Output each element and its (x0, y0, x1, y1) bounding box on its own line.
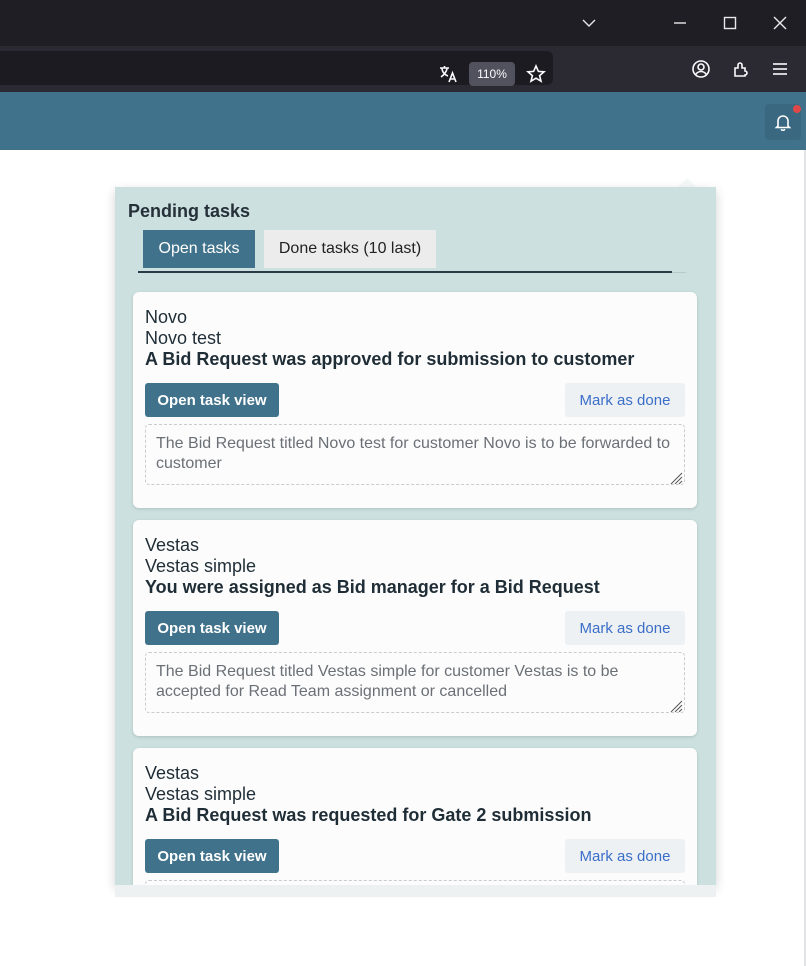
browser-titlebar (0, 0, 806, 46)
star-icon[interactable] (524, 62, 548, 86)
task-card: Vestas Vestas simple You were assigned a… (133, 520, 697, 736)
task-description[interactable]: The Bid Request titled Vestas simple for… (145, 652, 685, 713)
notification-badge (793, 105, 801, 113)
open-task-view-button[interactable]: Open task view (145, 839, 279, 873)
task-customer: Vestas (145, 535, 200, 555)
extensions-icon[interactable] (729, 57, 753, 81)
task-card: Vestas Vestas simple A Bid Request was r… (133, 748, 697, 885)
mark-as-done-button[interactable]: Mark as done (565, 611, 685, 645)
translate-icon[interactable] (436, 62, 460, 86)
tab-divider (672, 272, 686, 273)
task-event: A Bid Request was approved for submissio… (145, 349, 635, 369)
task-bid-title: Vestas simple (145, 556, 257, 576)
open-task-view-button[interactable]: Open task view (145, 383, 279, 417)
task-bid-title: Vestas simple (145, 784, 257, 804)
minimize-icon[interactable] (657, 0, 703, 46)
popover-title: Pending tasks (128, 201, 251, 221)
close-icon[interactable] (757, 0, 803, 46)
tab-open-tasks[interactable]: Open tasks (143, 230, 255, 268)
tab-underline (138, 271, 672, 273)
task-customer: Vestas (145, 763, 200, 783)
task-bid-title: Novo test (145, 328, 222, 348)
zoom-level-badge[interactable]: 110% (469, 62, 515, 86)
mark-as-done-button[interactable]: Mark as done (565, 839, 685, 873)
url-bar[interactable]: 110% (0, 51, 553, 86)
popover-footer (115, 885, 716, 897)
task-event: A Bid Request was requested for Gate 2 s… (145, 805, 592, 825)
maximize-icon[interactable] (707, 0, 753, 46)
browser-toolbar: 110% (0, 46, 806, 92)
open-task-view-button[interactable]: Open task view (145, 611, 279, 645)
resize-grip-icon[interactable] (669, 472, 683, 484)
task-card: Novo Novo test A Bid Request was approve… (133, 292, 697, 508)
account-icon[interactable] (689, 57, 713, 81)
mark-as-done-button[interactable]: Mark as done (565, 383, 685, 417)
task-description[interactable]: The Bid Request titled Novo test for cus… (145, 424, 685, 485)
pending-tasks-popover: Pending tasks Open tasks Done tasks (10 … (115, 187, 716, 885)
chevron-down-icon[interactable] (566, 0, 612, 46)
menu-icon[interactable] (768, 57, 792, 81)
task-event: You were assigned as Bid manager for a B… (145, 577, 600, 597)
bell-icon (774, 113, 792, 131)
tab-done-tasks[interactable]: Done tasks (10 last) (264, 230, 436, 268)
app-header (0, 92, 806, 150)
resize-grip-icon[interactable] (669, 700, 683, 712)
task-customer: Novo (145, 307, 188, 327)
